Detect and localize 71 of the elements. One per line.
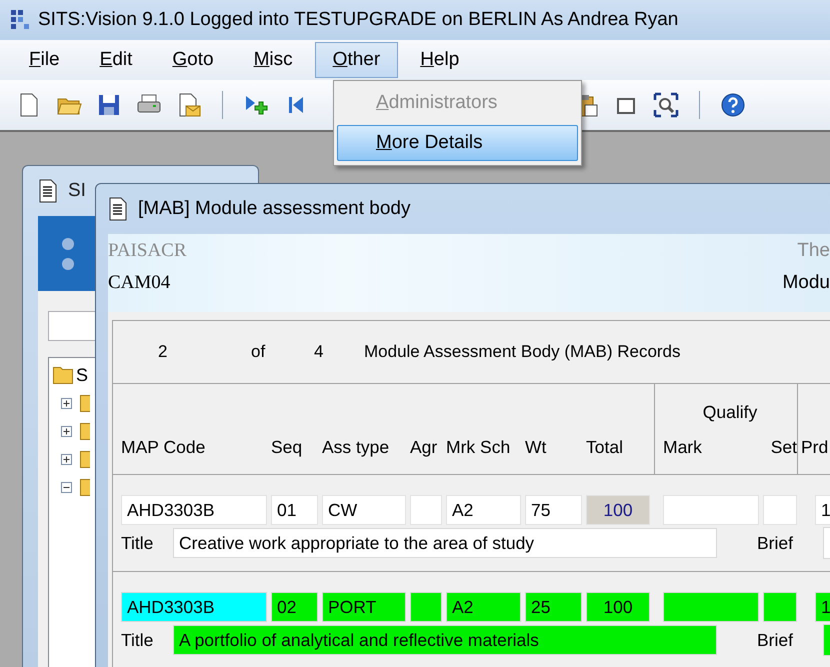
window-title: [MAB] Module assessment body [138, 198, 410, 220]
header-text: PAISACR [108, 240, 187, 262]
field-label: Brief [756, 532, 794, 554]
folder-icon [80, 450, 90, 468]
input-field[interactable]: 01 [271, 495, 318, 525]
input-field[interactable]: 1 [815, 495, 830, 525]
record-total: 4 [314, 342, 324, 362]
folder-icon [53, 366, 73, 384]
folder-icon [80, 478, 90, 496]
input-field[interactable] [663, 592, 759, 622]
document-icon [108, 197, 128, 221]
counter-label: Module Assessment Body (MAB) Records [364, 342, 682, 362]
menu-item[interactable]: Misc [236, 42, 311, 78]
input-field[interactable]: AHD3303B [121, 495, 267, 525]
menu-item[interactable]: Other [314, 42, 398, 78]
window-title: SITS:Vision 9.1.0 Logged into TESTUPGRADE on BERLIN As Andrea Ryan [38, 9, 678, 31]
field-label: Brief [756, 630, 794, 650]
save-icon[interactable] [96, 92, 122, 118]
input-field[interactable]: A2 [446, 495, 521, 525]
menu-option[interactable]: More Details [337, 125, 578, 161]
input-field[interactable]: 25 [525, 592, 582, 622]
folder-icon [80, 422, 90, 440]
input-field[interactable]: CW [322, 495, 406, 525]
collapse-icon[interactable] [61, 482, 72, 492]
dot-icon [62, 258, 74, 270]
expand-icon[interactable] [61, 454, 72, 464]
column-group-header: Qualify [702, 401, 758, 423]
field-label: Title [121, 532, 154, 554]
dot-icon [62, 238, 74, 250]
input-field[interactable]: 100 [586, 495, 650, 525]
column-header: Ass type [322, 437, 390, 458]
field-label: Title [121, 630, 154, 650]
header-text: Modu [782, 272, 830, 294]
document-icon [38, 179, 58, 203]
help-icon[interactable] [720, 92, 746, 118]
column-header: Mrk Sch [446, 437, 510, 458]
column-header: Wt [525, 437, 546, 458]
column-header: Prd [801, 437, 828, 458]
input-field[interactable] [410, 592, 442, 622]
input-field[interactable] [763, 592, 797, 622]
column-header: Seq [271, 437, 302, 458]
column-header: Agr [410, 437, 438, 458]
tree-item[interactable]: S [76, 364, 88, 386]
input-field[interactable]: 100 [586, 592, 650, 622]
menu-item[interactable]: Edit [82, 42, 150, 78]
menu-item[interactable]: File [11, 42, 78, 78]
folder-icon [80, 394, 90, 412]
input-field[interactable]: 02 [271, 592, 318, 622]
input-field[interactable]: AHD3303B [121, 592, 267, 622]
column-header: Total [586, 437, 623, 458]
column-header: Mark [663, 437, 702, 458]
window-title: SI [68, 180, 86, 202]
record-number: 2 [157, 342, 168, 362]
counter-text: of [251, 342, 266, 362]
input-field[interactable]: PORT [322, 592, 406, 622]
zoom-frame-icon[interactable] [653, 92, 679, 118]
expand-icon[interactable] [61, 426, 72, 436]
input-field[interactable] [48, 311, 96, 341]
expand-icon[interactable] [61, 398, 72, 408]
column-header: MAP Code [121, 437, 206, 458]
header-text: The [797, 240, 830, 262]
input-field[interactable]: A2 [446, 592, 521, 622]
input-field[interactable]: 75 [525, 495, 582, 525]
header-text: CAM04 [108, 272, 170, 294]
input-field[interactable]: A portfolio of analytical and reflective materials [173, 625, 717, 655]
input-field[interactable]: Creative work appropriate to the area of study [173, 528, 717, 558]
input-field[interactable]: 1 [815, 592, 830, 622]
column-header: Set [770, 437, 797, 458]
menu-item[interactable]: Help [402, 42, 478, 78]
menu-item[interactable]: Goto [154, 42, 232, 78]
app-icon [10, 9, 30, 31]
